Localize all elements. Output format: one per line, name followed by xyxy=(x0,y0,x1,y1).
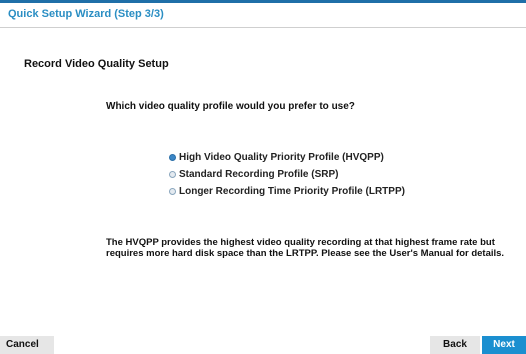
option-srp-label: Standard Recording Profile (SRP) xyxy=(179,169,339,180)
option-srp[interactable]: Standard Recording Profile (SRP) xyxy=(169,167,405,182)
option-lrtpp[interactable]: Longer Recording Time Priority Profile (… xyxy=(169,184,405,199)
radio-hvqpp[interactable] xyxy=(169,154,176,161)
option-lrtpp-label: Longer Recording Time Priority Profile (… xyxy=(179,186,405,197)
quick-setup-wizard: Quick Setup Wizard (Step 3/3) Record Vid… xyxy=(0,0,526,354)
back-button[interactable]: Back xyxy=(430,336,480,354)
wizard-title: Quick Setup Wizard (Step 3/3) xyxy=(8,8,164,20)
radio-srp[interactable] xyxy=(169,171,176,178)
top-accent-bar xyxy=(0,0,526,3)
profile-description: The HVQPP provides the highest video qua… xyxy=(106,237,505,259)
title-divider xyxy=(0,27,526,28)
next-button[interactable]: Next xyxy=(482,336,526,354)
option-hvqpp-label: High Video Quality Priority Profile (HVQ… xyxy=(179,152,384,163)
profile-options: High Video Quality Priority Profile (HVQ… xyxy=(169,150,405,201)
profile-question: Which video quality profile would you pr… xyxy=(106,101,355,112)
radio-lrtpp[interactable] xyxy=(169,188,176,195)
option-hvqpp[interactable]: High Video Quality Priority Profile (HVQ… xyxy=(169,150,405,165)
section-heading: Record Video Quality Setup xyxy=(24,58,169,70)
cancel-button[interactable]: Cancel xyxy=(0,336,54,354)
